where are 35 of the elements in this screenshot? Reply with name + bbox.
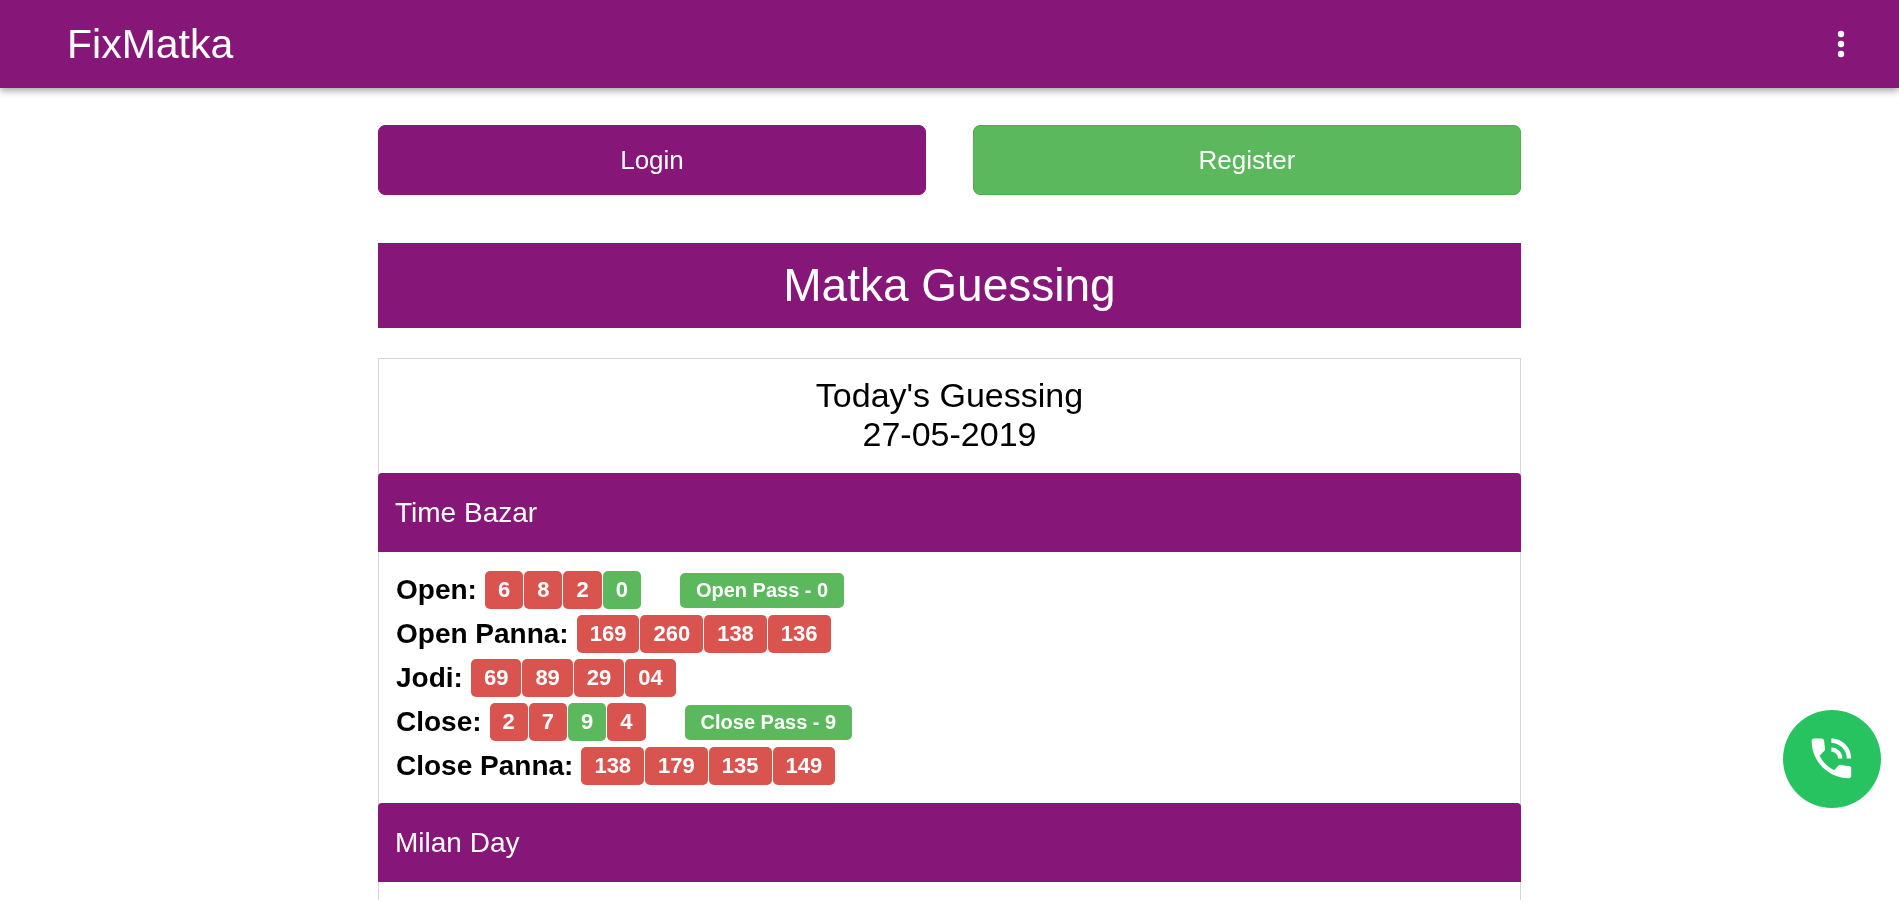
number-badge: 2 <box>489 703 528 741</box>
row-label: Jodi: <box>396 661 463 695</box>
more-menu-icon[interactable] <box>1837 30 1845 58</box>
number-badge: 69 <box>470 659 522 697</box>
row-label: Close: <box>396 705 482 739</box>
page-heading: Matka Guessing <box>378 243 1521 328</box>
number-badge: 7 <box>528 703 568 741</box>
number-badge: 0 <box>602 571 641 609</box>
number-badge: 04 <box>625 659 676 697</box>
brand-link[interactable]: FixMatka <box>67 23 234 65</box>
pass-badge: Close Pass - 9 <box>684 704 853 740</box>
number-badge: 6 <box>484 571 524 609</box>
number-badge: 9 <box>568 703 607 741</box>
date-text: 27-05-2019 <box>861 415 1038 454</box>
number-badge: 169 <box>576 615 640 653</box>
number-badge: 260 <box>640 615 704 653</box>
number-badge: 8 <box>524 571 563 609</box>
number-badge: 138 <box>581 747 645 785</box>
number-badge: 138 <box>704 615 767 653</box>
number-badge: 4 <box>607 703 646 741</box>
number-badge: 29 <box>573 659 625 697</box>
market-header: Time Bazar <box>378 473 1521 552</box>
number-badge: 149 <box>772 747 836 785</box>
row-label: Open Panna: <box>396 617 569 651</box>
row-label: Close Panna: <box>396 749 574 783</box>
number-badge: 2 <box>563 571 602 609</box>
number-badge: 136 <box>767 615 831 653</box>
card-title: Today's Guessing <box>814 376 1085 415</box>
pass-badge: Open Pass - 0 <box>679 572 845 608</box>
number-badge: 179 <box>645 747 708 785</box>
login-button[interactable]: Login <box>378 125 926 195</box>
row-label: Open: <box>396 573 477 607</box>
market-header: Milan Day <box>378 803 1521 882</box>
number-badge: 89 <box>522 659 573 697</box>
number-badge: 135 <box>708 747 772 785</box>
